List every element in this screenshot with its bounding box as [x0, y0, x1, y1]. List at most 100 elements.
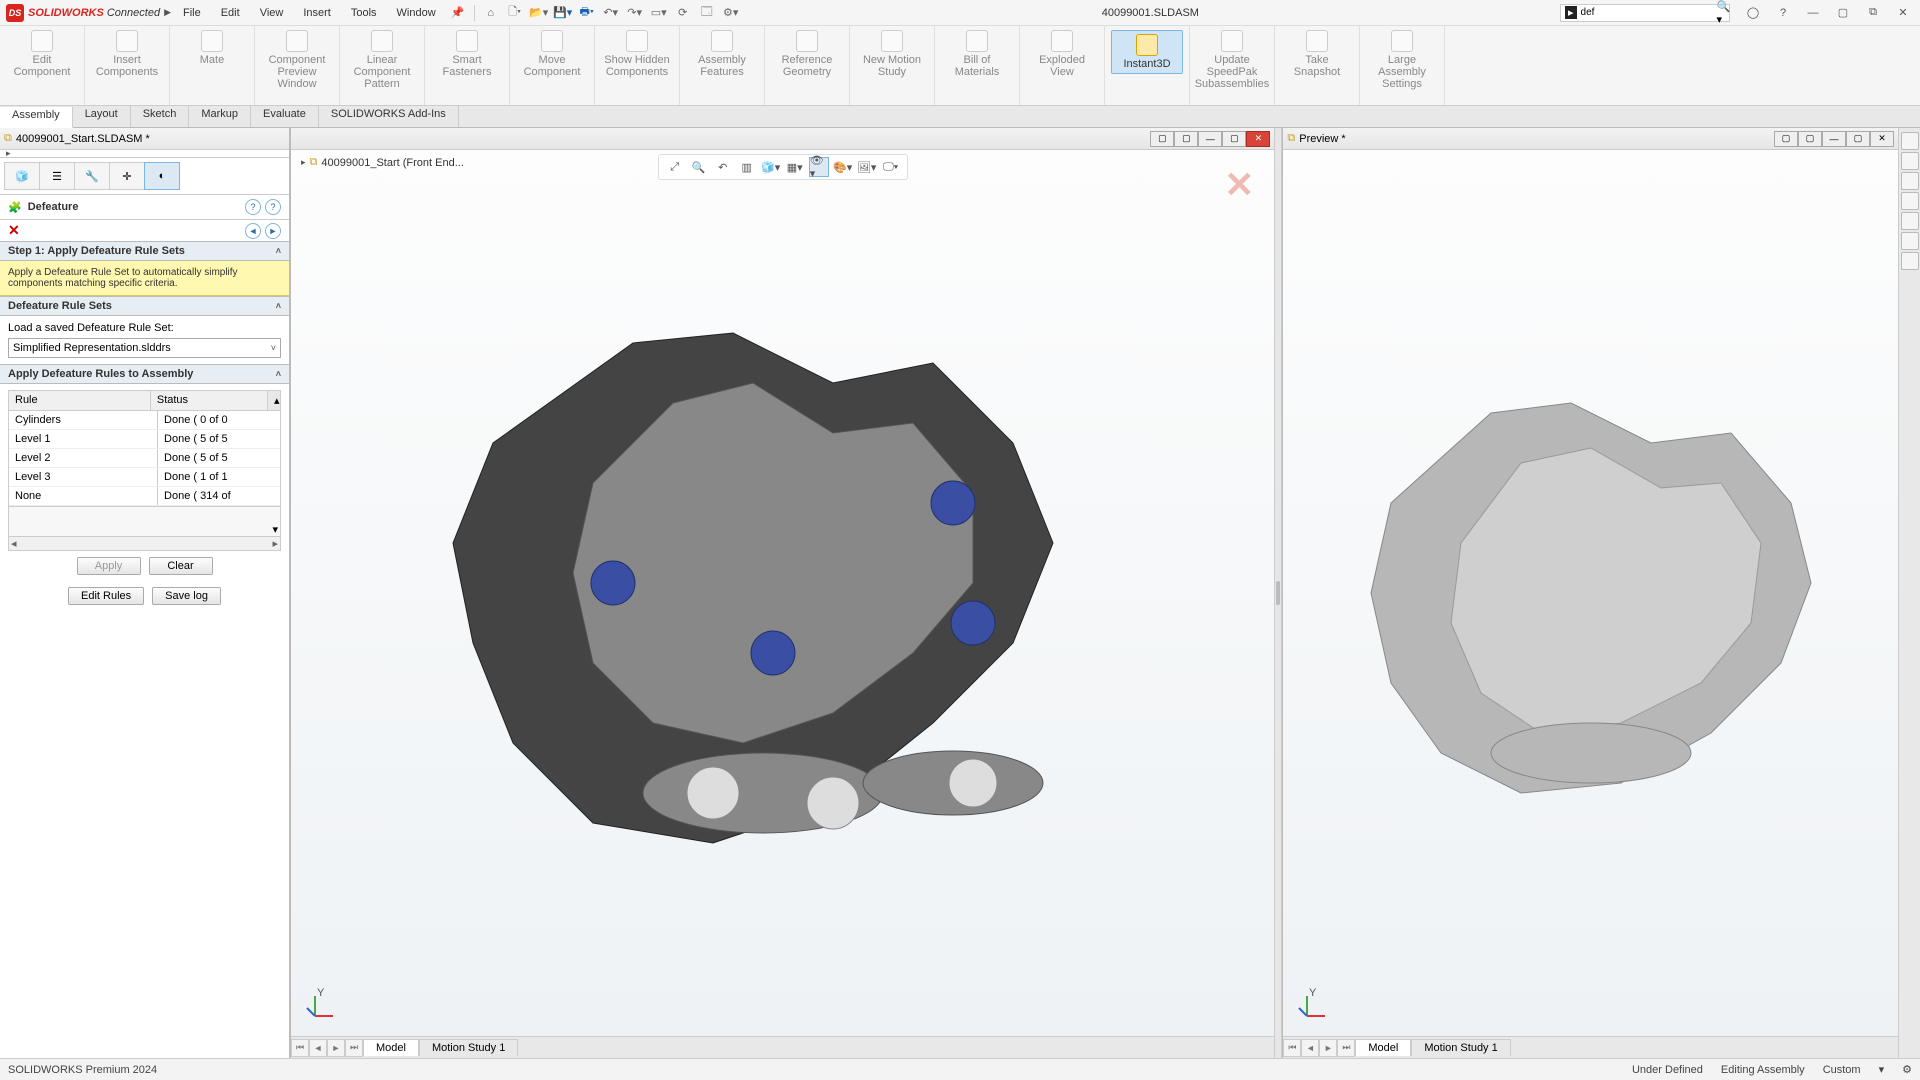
table-scroll-up-icon[interactable]: ▴ [267, 391, 280, 410]
table-row[interactable]: CylindersDone ( 0 of 0 [9, 411, 280, 430]
dimxpert-tab-icon[interactable]: ✛ [109, 162, 145, 190]
zoom-fit-icon[interactable]: ⤢ [665, 157, 685, 177]
window-close-icon[interactable]: ✕ [1892, 4, 1914, 22]
btab-first-icon[interactable]: ⏮ [291, 1039, 309, 1057]
feature-tree-tab-icon[interactable]: 🧊 [4, 162, 40, 190]
vp-tile2-icon[interactable]: ▢ [1174, 131, 1198, 147]
cmtab-sketch[interactable]: Sketch [131, 106, 190, 127]
pm-step1-header[interactable]: Step 1: Apply Defeature Rule Sets˄ [0, 241, 289, 261]
ribbon-exploded-view[interactable]: Exploded View [1026, 30, 1098, 78]
ribbon-update-speedpak-subassemblies[interactable]: Update SpeedPak Subassemblies [1196, 30, 1268, 90]
view-triad-icon[interactable]: Y [305, 988, 337, 1020]
viewport-splitter[interactable] [1274, 128, 1282, 1058]
btab-next-icon[interactable]: ► [327, 1039, 345, 1057]
rail-file-explorer-icon[interactable] [1901, 172, 1919, 190]
menu-tools[interactable]: Tools [343, 5, 385, 21]
open-doc-icon[interactable]: 📂▾ [529, 3, 549, 23]
table-row[interactable]: Level 1Done ( 5 of 5 [9, 430, 280, 449]
pv-btab-motion[interactable]: Motion Study 1 [1411, 1039, 1510, 1056]
hscroll-left-icon[interactable]: ◂ [11, 537, 17, 550]
menu-file[interactable]: File [175, 5, 209, 21]
pm-prev-icon[interactable]: ◄ [245, 223, 261, 239]
btab-model[interactable]: Model [363, 1039, 419, 1056]
pv-btab-model[interactable]: Model [1355, 1039, 1411, 1056]
menu-edit[interactable]: Edit [213, 5, 248, 21]
menu-insert[interactable]: Insert [295, 5, 339, 21]
ribbon-linear-component-pattern[interactable]: Linear Component Pattern [346, 30, 418, 90]
flyout-tree[interactable]: ▸ ⧉ 40099001_Start (Front End... [301, 156, 464, 169]
table-row[interactable]: Level 2Done ( 5 of 5 [9, 449, 280, 468]
ruleset-dropdown[interactable]: Simplified Representation.slddrs ˅ [8, 338, 281, 358]
pm-rulesets-header[interactable]: Defeature Rule Sets˄ [0, 296, 289, 316]
apply-scene-icon[interactable]: 🖼▾ [857, 157, 877, 177]
status-settings-icon[interactable]: ⚙ [1902, 1063, 1912, 1076]
rebuild-icon[interactable]: ⟳ [673, 3, 693, 23]
table-row[interactable]: NoneDone ( 314 of [9, 487, 280, 506]
cmtab-markup[interactable]: Markup [189, 106, 251, 127]
command-search[interactable]: ▸ 🔍▾ [1560, 4, 1730, 22]
panel-doc-tab[interactable]: ⧉ 40099001_Start.SLDASM * [0, 128, 289, 150]
ribbon-assembly-features[interactable]: Assembly Features [686, 30, 758, 78]
view-orientation-icon[interactable]: 🧊▾ [761, 157, 781, 177]
cmtab-layout[interactable]: Layout [73, 106, 131, 127]
apply-button[interactable]: Apply [77, 557, 141, 575]
ribbon-edit-component[interactable]: Edit Component [6, 30, 78, 78]
pv-tile2-icon[interactable]: ▢ [1798, 131, 1822, 147]
ribbon-move-component[interactable]: Move Component [516, 30, 588, 78]
print-icon[interactable]: 🖶▾ [577, 3, 597, 23]
pv-btab-last-icon[interactable]: ⏭ [1337, 1039, 1355, 1057]
save-log-button[interactable]: Save log [152, 587, 221, 605]
btab-prev-icon[interactable]: ◄ [309, 1039, 327, 1057]
rail-resources-icon[interactable] [1901, 132, 1919, 150]
preview-triad-icon[interactable]: Y [1297, 988, 1329, 1020]
rail-forum-icon[interactable] [1901, 252, 1919, 270]
status-unit-flyout-icon[interactable]: ▾ [1879, 1063, 1885, 1076]
configuration-tab-icon[interactable]: 🔧 [74, 162, 110, 190]
ribbon-component-preview-window[interactable]: Component Preview Window [261, 30, 333, 90]
pv-btab-next-icon[interactable]: ► [1319, 1039, 1337, 1057]
vp-tile1-icon[interactable]: ▢ [1150, 131, 1174, 147]
help-icon[interactable]: ? [1772, 4, 1794, 22]
user-account-icon[interactable]: ◯ [1742, 4, 1764, 22]
menu-expand-icon[interactable]: ▶ [164, 7, 171, 18]
table-scroll-down-icon[interactable]: ▾ [272, 523, 278, 536]
cmtab-assembly[interactable]: Assembly [0, 107, 73, 128]
btab-last-icon[interactable]: ⏭ [345, 1039, 363, 1057]
display-style-icon[interactable]: ▦▾ [785, 157, 805, 177]
ribbon-show-hidden-components[interactable]: Show Hidden Components [601, 30, 673, 78]
pm-next-icon[interactable]: ► [265, 223, 281, 239]
options-flyout-icon[interactable]: 🗔 [697, 3, 717, 23]
menu-view[interactable]: View [252, 5, 292, 21]
ribbon-mate[interactable]: Mate [176, 30, 248, 66]
pm-cancel-icon[interactable]: ✕ [8, 222, 20, 239]
pv-close-icon[interactable]: ✕ [1870, 131, 1894, 147]
hscroll-right-icon[interactable]: ▸ [272, 537, 278, 550]
col-status-header[interactable]: Status [151, 391, 267, 410]
pv-minimize-icon[interactable]: — [1822, 131, 1846, 147]
pv-btab-first-icon[interactable]: ⏮ [1283, 1039, 1301, 1057]
btab-motion[interactable]: Motion Study 1 [419, 1039, 518, 1056]
ribbon-new-motion-study[interactable]: New Motion Study [856, 30, 928, 78]
window-minimize-icon[interactable]: — [1802, 4, 1824, 22]
col-rule-header[interactable]: Rule [9, 391, 151, 410]
zoom-area-icon[interactable]: 🔍 [689, 157, 709, 177]
redo-icon[interactable]: ↷▾ [625, 3, 645, 23]
ribbon-large-assembly-settings[interactable]: Large Assembly Settings [1366, 30, 1438, 90]
pm-apply-rules-header[interactable]: Apply Defeature Rules to Assembly˄ [0, 364, 289, 384]
vp-maximize-icon[interactable]: ▢ [1222, 131, 1246, 147]
table-hscroll[interactable]: ◂ ▸ [8, 537, 281, 551]
new-doc-icon[interactable]: 🗋▾ [505, 3, 525, 23]
rail-view-palette-icon[interactable] [1901, 192, 1919, 210]
pv-tile1-icon[interactable]: ▢ [1774, 131, 1798, 147]
graphics-dismiss-icon[interactable]: ✕ [1224, 164, 1254, 206]
section-view-icon[interactable]: ▥ [737, 157, 757, 177]
vp-close-icon[interactable]: ✕ [1246, 131, 1270, 147]
command-search-input[interactable] [1581, 7, 1713, 18]
pin-icon[interactable]: 📌 [448, 3, 468, 23]
graphics-area[interactable]: ▸ ⧉ 40099001_Start (Front End... ⤢ 🔍 ↶ ▥… [291, 150, 1274, 1036]
rail-appearances-icon[interactable] [1901, 212, 1919, 230]
home-icon[interactable]: ⌂ [481, 3, 501, 23]
ribbon-instant3d[interactable]: Instant3D [1111, 30, 1183, 74]
ribbon-insert-components[interactable]: Insert Components [91, 30, 163, 78]
ribbon-take-snapshot[interactable]: Take Snapshot [1281, 30, 1353, 78]
